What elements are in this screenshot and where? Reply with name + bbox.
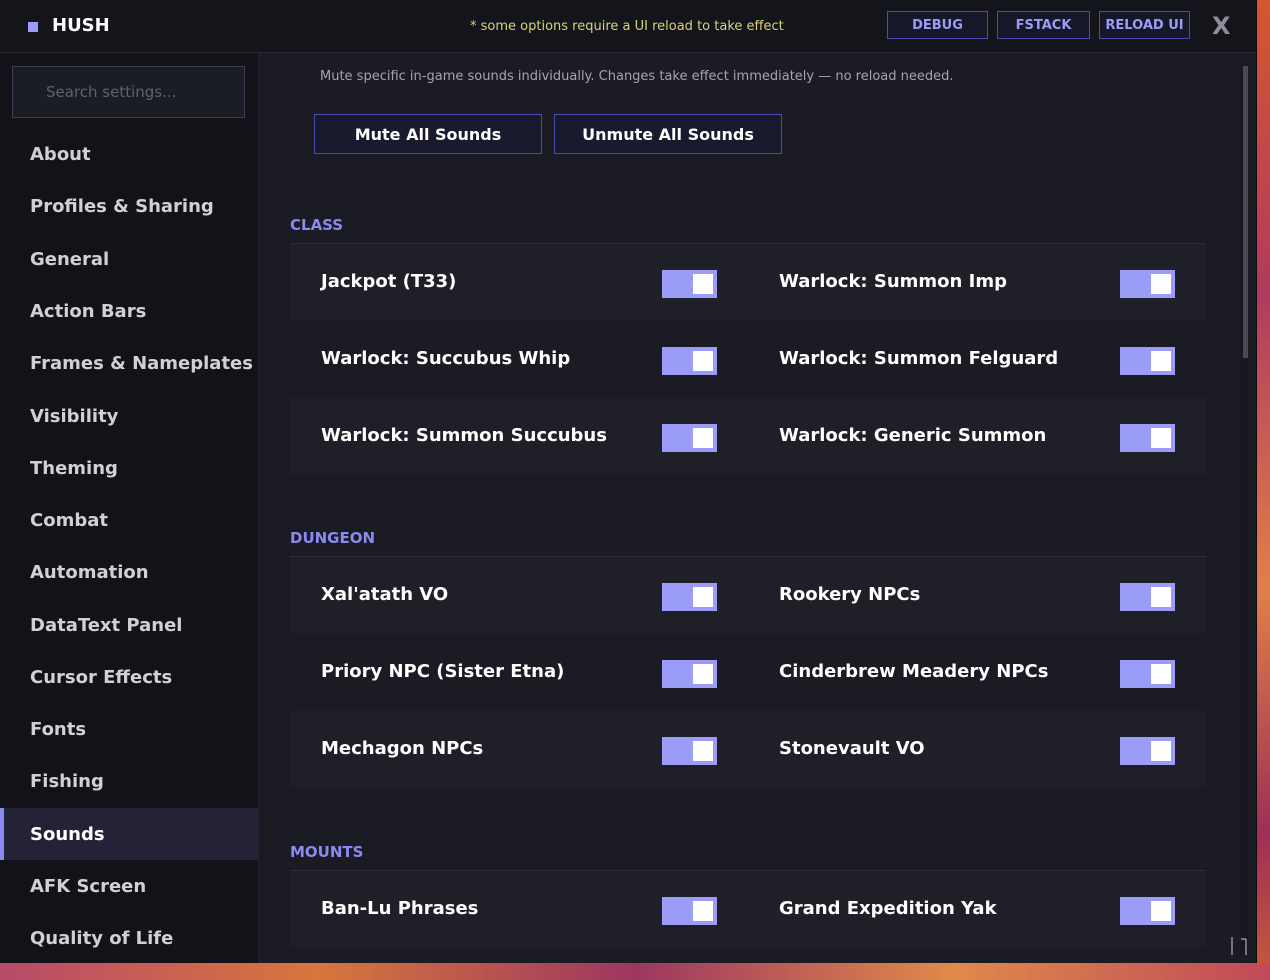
- close-button[interactable]: X: [1212, 12, 1231, 40]
- toggle-knob: [693, 664, 713, 684]
- resize-grip-icon[interactable]: [1230, 935, 1250, 957]
- toggle-knob: [693, 274, 713, 294]
- toggle-knob: [1151, 741, 1171, 761]
- option-label-priory-npc-sister-etna: Priory NPC (Sister Etna): [321, 661, 565, 682]
- sidebar-item-fonts[interactable]: Fonts: [0, 703, 258, 755]
- option-label-jackpot-t33: Jackpot (T33): [321, 271, 457, 292]
- debug-button[interactable]: DEBUG: [887, 11, 988, 39]
- toggle-priory-npc-sister-etna[interactable]: [662, 660, 717, 688]
- sidebar-item-quality-of-life[interactable]: Quality of Life: [0, 912, 258, 964]
- toggle-rookery-npcs[interactable]: [1120, 583, 1175, 611]
- app-title: HUSH: [52, 15, 110, 36]
- toggle-knob: [1151, 587, 1171, 607]
- toggle-cinderbrew-meadery-npcs[interactable]: [1120, 660, 1175, 688]
- option-label-cinderbrew-meadery-npcs: Cinderbrew Meadery NPCs: [779, 661, 1049, 682]
- toggle-knob: [1151, 901, 1171, 921]
- option-label-warlock-succubus-whip: Warlock: Succubus Whip: [321, 348, 571, 369]
- option-label-grand-expedition-yak: Grand Expedition Yak: [779, 898, 997, 919]
- game-background-bottom: [0, 963, 1270, 980]
- sidebar-item-fishing[interactable]: Fishing: [0, 755, 258, 807]
- sidebar-item-datatext-panel[interactable]: DataText Panel: [0, 599, 258, 651]
- section-title-mounts: MOUNTS: [290, 843, 364, 861]
- option-label-warlock-summon-succubus: Warlock: Summon Succubus: [321, 425, 607, 446]
- toggle-knob: [1151, 664, 1171, 684]
- toggle-warlock-summon-felguard[interactable]: [1120, 347, 1175, 375]
- toggle-xal-atath-vo[interactable]: [662, 583, 717, 611]
- toggle-warlock-summon-imp[interactable]: [1120, 270, 1175, 298]
- toggle-warlock-succubus-whip[interactable]: [662, 347, 717, 375]
- scrollbar-thumb[interactable]: [1243, 66, 1248, 358]
- reload-ui-button[interactable]: RELOAD UI: [1099, 11, 1190, 39]
- sidebar-item-action-bars[interactable]: Action Bars: [0, 285, 258, 337]
- section-title-dungeon: DUNGEON: [290, 529, 376, 547]
- toggle-ban-lu-phrases[interactable]: [662, 897, 717, 925]
- reload-note: * some options require a UI reload to ta…: [470, 19, 784, 34]
- game-background-right: [1256, 0, 1270, 980]
- app-logo-icon: [28, 22, 38, 32]
- settings-window: HUSH * some options require a UI reload …: [0, 0, 1257, 963]
- option-label-warlock-summon-felguard: Warlock: Summon Felguard: [779, 348, 1059, 369]
- toggle-jackpot-t33[interactable]: [662, 270, 717, 298]
- option-label-warlock-summon-imp: Warlock: Summon Imp: [779, 271, 1007, 292]
- toggle-knob: [1151, 274, 1171, 294]
- sidebar-item-theming[interactable]: Theming: [0, 442, 258, 494]
- toggle-knob: [693, 587, 713, 607]
- sidebar-item-afk-screen[interactable]: AFK Screen: [0, 860, 258, 912]
- toggle-knob: [693, 901, 713, 921]
- unmute-all-button[interactable]: Unmute All Sounds: [554, 114, 782, 154]
- toggle-mechagon-npcs[interactable]: [662, 737, 717, 765]
- sidebar-item-about[interactable]: About: [0, 128, 258, 180]
- option-label-mechagon-npcs: Mechagon NPCs: [321, 738, 484, 759]
- toggle-stonevault-vo[interactable]: [1120, 737, 1175, 765]
- panel-description: Mute specific in-game sounds individuall…: [320, 69, 954, 84]
- mute-all-button[interactable]: Mute All Sounds: [314, 114, 542, 154]
- option-label-stonevault-vo: Stonevault VO: [779, 738, 925, 759]
- sidebar-item-cursor-effects[interactable]: Cursor Effects: [0, 651, 258, 703]
- search-input[interactable]: [12, 66, 245, 118]
- option-label-rookery-npcs: Rookery NPCs: [779, 584, 921, 605]
- sidebar-item-profiles-sharing[interactable]: Profiles & Sharing: [0, 180, 258, 232]
- section-title-class: CLASS: [290, 216, 344, 234]
- sidebar-item-general[interactable]: General: [0, 233, 258, 285]
- title-bar[interactable]: HUSH * some options require a UI reload …: [0, 0, 1256, 53]
- toggle-knob: [693, 428, 713, 448]
- toggle-warlock-generic-summon[interactable]: [1120, 424, 1175, 452]
- toggle-knob: [693, 351, 713, 371]
- toggle-knob: [693, 741, 713, 761]
- option-label-xal-atath-vo: Xal'atath VO: [321, 584, 449, 605]
- sidebar-item-visibility[interactable]: Visibility: [0, 390, 258, 442]
- sidebar: AboutProfiles & SharingGeneralAction Bar…: [0, 53, 259, 963]
- option-label-ban-lu-phrases: Ban-Lu Phrases: [321, 898, 479, 919]
- sounds-panel: Mute specific in-game sounds individuall…: [259, 53, 1256, 963]
- sidebar-item-frames-nameplates[interactable]: Frames & Nameplates: [0, 337, 258, 389]
- sidebar-item-automation[interactable]: Automation: [0, 546, 258, 598]
- toggle-grand-expedition-yak[interactable]: [1120, 897, 1175, 925]
- toggle-knob: [1151, 351, 1171, 371]
- fstack-button[interactable]: FSTACK: [997, 11, 1090, 39]
- option-label-warlock-generic-summon: Warlock: Generic Summon: [779, 425, 1047, 446]
- sidebar-item-sounds[interactable]: Sounds: [0, 808, 258, 860]
- toggle-warlock-summon-succubus[interactable]: [662, 424, 717, 452]
- toggle-knob: [1151, 428, 1171, 448]
- sidebar-item-combat[interactable]: Combat: [0, 494, 258, 546]
